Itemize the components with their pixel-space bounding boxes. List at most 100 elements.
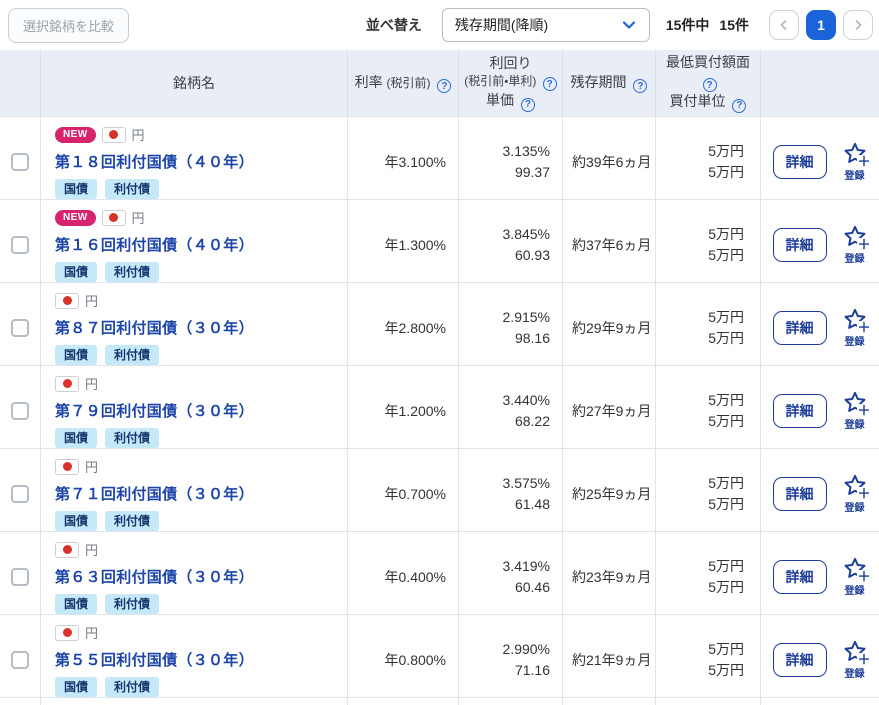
row-checkbox[interactable] [11, 236, 29, 254]
help-icon[interactable]: ? [703, 78, 717, 92]
detail-button[interactable]: 詳細 [773, 643, 827, 677]
register-watchlist-button[interactable]: ＋ 登録 [842, 308, 868, 348]
yield-value: 2.915% [503, 307, 550, 329]
page-1-button[interactable]: 1 [806, 10, 836, 40]
detail-button[interactable]: 詳細 [773, 560, 827, 594]
rate-cell: 年3.100% [347, 117, 458, 207]
register-watchlist-button[interactable]: ＋ 登録 [842, 391, 868, 431]
header-rate: 利率 (税引前) ? [347, 50, 458, 116]
sort-select[interactable]: 残存期間(降順) [442, 8, 650, 42]
yield-cell: 3.419% 60.46 [458, 532, 562, 622]
register-watchlist-button[interactable]: ＋ 登録 [842, 225, 868, 265]
compare-selected-button[interactable]: 選択銘柄を比較 [8, 8, 129, 43]
register-label: 登録 [845, 167, 865, 182]
table-row: 円 第７９回利付国債（３０年） 国債 利付債 年1.200% 3.440% 68… [0, 365, 879, 448]
detail-button[interactable]: 詳細 [773, 228, 827, 262]
action-cell: 詳細 ＋ 登録 [760, 200, 879, 290]
register-label: 登録 [845, 582, 865, 597]
currency-label: 円 [132, 208, 145, 227]
help-icon[interactable]: ? [521, 98, 535, 112]
register-watchlist-button[interactable]: ＋ 登録 [842, 142, 868, 182]
help-icon[interactable]: ? [543, 77, 557, 91]
yield-cell: 2.915% 98.16 [458, 283, 562, 373]
japan-flag-icon [102, 127, 126, 143]
bond-name-link[interactable]: 第８７回利付国債（３０年） [55, 317, 337, 338]
currency-label: 円 [85, 291, 98, 310]
register-watchlist-button[interactable]: ＋ 登録 [842, 474, 868, 514]
rate-cell: 年1.200% [347, 366, 458, 456]
star-plus-icon: ＋ [842, 640, 868, 664]
register-watchlist-button[interactable]: ＋ 登録 [842, 557, 868, 597]
tag-coupon-type: 利付債 [105, 428, 159, 448]
next-page-button[interactable] [843, 10, 873, 40]
toolbar-right: 並べ替え 残存期間(降順) 15件中15件 1 [366, 8, 873, 42]
period-value: 約25年9ヵ月 [572, 484, 651, 504]
table-row: 円 第５５回利付国債（３０年） 国債 利付債 年0.800% 2.990% 71… [0, 614, 879, 697]
tag-bond-type: 国債 [55, 179, 97, 199]
star-plus-icon: ＋ [842, 308, 868, 332]
bond-name-link[interactable]: 第７１回利付国債（３０年） [55, 483, 337, 504]
register-watchlist-button[interactable]: ＋ 登録 [842, 640, 868, 680]
period-value: 約27年9ヵ月 [572, 401, 651, 421]
period-value: 約39年6ヵ月 [572, 152, 651, 172]
header-price-label: 単価 ? [486, 91, 535, 112]
currency-label: 円 [85, 540, 98, 559]
row-checkbox[interactable] [11, 402, 29, 420]
new-badge: NEW [55, 127, 96, 143]
rate-cell: 年2.800% [347, 283, 458, 373]
tag-coupon-type: 利付債 [105, 345, 159, 365]
japan-flag-icon [55, 542, 79, 558]
currency-label: 円 [85, 374, 98, 393]
yield-cell: 3.845% 60.93 [458, 200, 562, 290]
tag-bond-type: 国債 [55, 345, 97, 365]
amount-cell: 5万円 5万円 [655, 283, 760, 373]
sort-label: 並べ替え [366, 15, 422, 35]
row-checkbox-cell [0, 200, 40, 290]
result-count-total: 15件中 [666, 17, 710, 33]
bond-name-link[interactable]: 第７９回利付国債（３０年） [55, 400, 337, 421]
detail-button[interactable]: 詳細 [773, 145, 827, 179]
help-icon[interactable]: ? [732, 99, 746, 113]
rate-value: 年0.400% [385, 567, 446, 587]
detail-button[interactable]: 詳細 [773, 477, 827, 511]
table-row: 円 第６３回利付国債（３０年） 国債 利付債 年0.400% 3.419% 60… [0, 531, 879, 614]
header-amount-line1: 最低買付額面 ? [656, 53, 760, 93]
header-rate-label: 利率 (税引前) ? [355, 73, 452, 94]
bond-name-cell: NEW 円 第１８回利付国債（４０年） 国債 利付債 [40, 117, 347, 207]
row-checkbox[interactable] [11, 319, 29, 337]
bond-name-link[interactable]: 第１６回利付国債（４０年） [55, 234, 337, 255]
unit-value: 5万円 [708, 162, 744, 184]
bond-name-cell: NEW 円 第１６回利付国債（４０年） 国債 利付債 [40, 200, 347, 290]
star-plus-icon: ＋ [842, 557, 868, 581]
action-cell: 詳細 ＋ 登録 [760, 615, 879, 705]
header-period-label: 残存期間 ? [571, 73, 648, 94]
yield-cell: 3.440% 68.22 [458, 366, 562, 456]
row-checkbox[interactable] [11, 153, 29, 171]
bond-name-link[interactable]: 第６３回利付国債（３０年） [55, 566, 337, 587]
detail-button[interactable]: 詳細 [773, 311, 827, 345]
row-checkbox[interactable] [11, 651, 29, 669]
row-checkbox[interactable] [11, 485, 29, 503]
table-row: 円 第７１回利付国債（３０年） 国債 利付債 年0.700% 3.575% 61… [0, 448, 879, 531]
yield-value: 3.135% [503, 141, 550, 163]
row-checkbox[interactable] [11, 568, 29, 586]
yield-value: 2.990% [503, 639, 550, 661]
bond-tags: 国債 利付債 [55, 179, 337, 199]
min-amount-value: 5万円 [708, 639, 744, 661]
unit-value: 5万円 [708, 494, 744, 516]
prev-page-button[interactable] [769, 10, 799, 40]
period-value: 約29年9ヵ月 [572, 318, 651, 338]
bond-name-link[interactable]: 第５５回利付国債（３０年） [55, 649, 337, 670]
help-icon[interactable]: ? [633, 79, 647, 93]
bond-meta-line: 円 [55, 457, 337, 476]
bond-name-link[interactable]: 第１８回利付国債（４０年） [55, 151, 337, 172]
yield-value: 3.845% [503, 224, 550, 246]
row-checkbox-cell [0, 366, 40, 456]
detail-button[interactable]: 詳細 [773, 394, 827, 428]
help-icon[interactable]: ? [437, 79, 451, 93]
japan-flag-icon [102, 210, 126, 226]
star-plus-icon: ＋ [842, 474, 868, 498]
row-checkbox-cell [0, 532, 40, 622]
price-value: 99.37 [515, 162, 550, 184]
rate-value: 年2.800% [385, 318, 446, 338]
